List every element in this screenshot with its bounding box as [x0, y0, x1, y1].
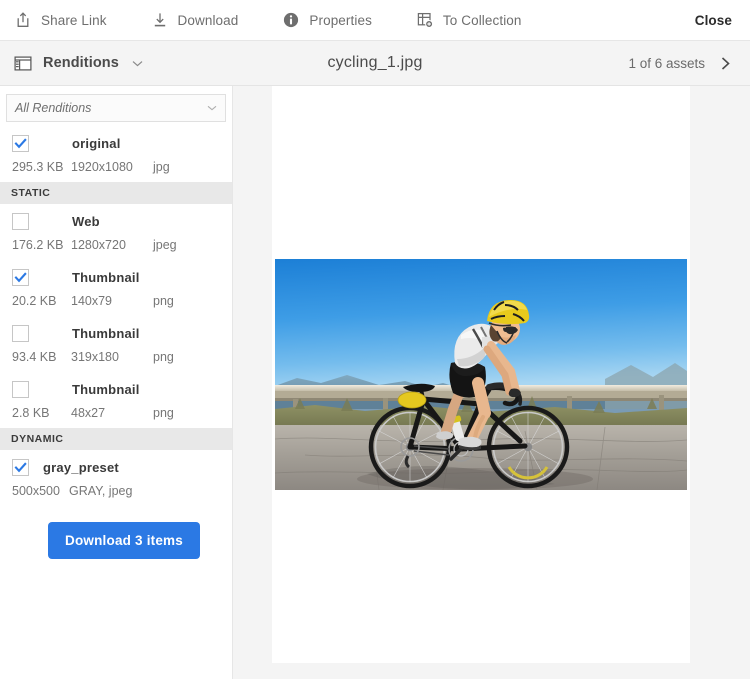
rendition-format: jpg [153, 160, 170, 174]
rendition-checkbox[interactable] [12, 212, 29, 230]
rendition-dimensions: 140x79 [71, 294, 113, 308]
rendition-size: 176.2 KB [12, 238, 64, 252]
properties-label: Properties [309, 12, 372, 28]
rendition-dimensions: GRAY, jpeg [68, 484, 133, 498]
download-button[interactable]: Download [151, 11, 239, 29]
rendition-row-thumbnail-48[interactable]: Thumbnail 2.8 KB 48x27 png [0, 372, 232, 428]
share-link-label: Share Link [41, 12, 107, 28]
rendition-name: gray_preset [43, 459, 119, 475]
info-icon [282, 11, 300, 29]
rendition-row-original[interactable]: original 295.3 KB 1920x1080 jpg [0, 126, 232, 182]
close-button[interactable]: Close [695, 13, 732, 28]
to-collection-button[interactable]: To Collection [416, 11, 522, 29]
rendition-size: 93.4 KB [12, 350, 57, 364]
group-header-dynamic: DYNAMIC [0, 428, 232, 450]
download-label: Download [177, 12, 239, 28]
rendition-dimensions: 319x180 [71, 350, 119, 364]
rendition-name: Thumbnail [72, 325, 140, 341]
asset-preview-image [275, 259, 687, 490]
top-toolbar: Share Link Download Properties To Collec… [0, 0, 750, 41]
rendition-row-web[interactable]: Web 176.2 KB 1280x720 jpeg [0, 204, 232, 260]
chevron-down-icon [207, 105, 217, 111]
rendition-dimensions: 1920x1080 [71, 160, 133, 174]
chevron-right-icon[interactable] [719, 56, 732, 71]
download-action-area: Download 3 items [0, 506, 232, 559]
rendition-format: png [153, 350, 174, 364]
rendition-dimensions: 48x27 [71, 406, 106, 420]
rendition-name: Thumbnail [72, 381, 140, 397]
download-icon [151, 11, 169, 29]
rendition-name: Thumbnail [72, 269, 140, 285]
download-items-button[interactable]: Download 3 items [48, 522, 200, 559]
rendition-format: png [153, 294, 174, 308]
group-header-static: STATIC [0, 182, 232, 204]
content-area: All Renditions original 295.3 KB 1920x10… [0, 86, 750, 679]
rendition-size: 500x500 [12, 484, 60, 498]
asset-count: 1 of 6 assets [628, 55, 705, 71]
rendition-format: png [153, 406, 174, 420]
rendition-size: 2.8 KB [12, 406, 50, 420]
rendition-row-thumbnail-140[interactable]: Thumbnail 20.2 KB 140x79 png [0, 260, 232, 316]
rendition-size: 295.3 KB [12, 160, 64, 174]
asset-navigation: 1 of 6 assets [628, 56, 732, 71]
asset-preview-panel [272, 86, 690, 663]
renditions-icon [14, 55, 32, 71]
panel-header: Renditions cycling_1.jpg 1 of 6 assets [0, 41, 750, 86]
properties-button[interactable]: Properties [282, 11, 372, 29]
rendition-name: Web [72, 213, 100, 229]
renditions-filter-select[interactable]: All Renditions [6, 94, 226, 122]
add-to-collection-icon [416, 11, 434, 29]
rendition-checkbox[interactable] [12, 268, 29, 286]
rendition-format: jpeg [153, 238, 177, 252]
panel-title: Renditions [43, 55, 119, 71]
share-link-button[interactable]: Share Link [14, 11, 107, 29]
rendition-checkbox[interactable] [12, 380, 29, 398]
renditions-filter-value: All Renditions [15, 101, 92, 115]
share-link-icon [14, 11, 32, 29]
renditions-sidebar: All Renditions original 295.3 KB 1920x10… [0, 86, 233, 679]
rendition-row-gray-preset[interactable]: gray_preset 500x500 GRAY, jpeg [0, 450, 232, 506]
rendition-checkbox[interactable] [12, 324, 29, 342]
rendition-size: 20.2 KB [12, 294, 57, 308]
rendition-name: original [72, 135, 121, 151]
renditions-panel-selector[interactable]: Renditions [14, 55, 143, 71]
rendition-checkbox[interactable] [12, 134, 29, 152]
rendition-checkbox[interactable] [12, 458, 29, 476]
rendition-dimensions: 1280x720 [71, 238, 126, 252]
to-collection-label: To Collection [442, 12, 522, 28]
rendition-row-thumbnail-319[interactable]: Thumbnail 93.4 KB 319x180 png [0, 316, 232, 372]
chevron-down-icon[interactable] [130, 60, 143, 67]
